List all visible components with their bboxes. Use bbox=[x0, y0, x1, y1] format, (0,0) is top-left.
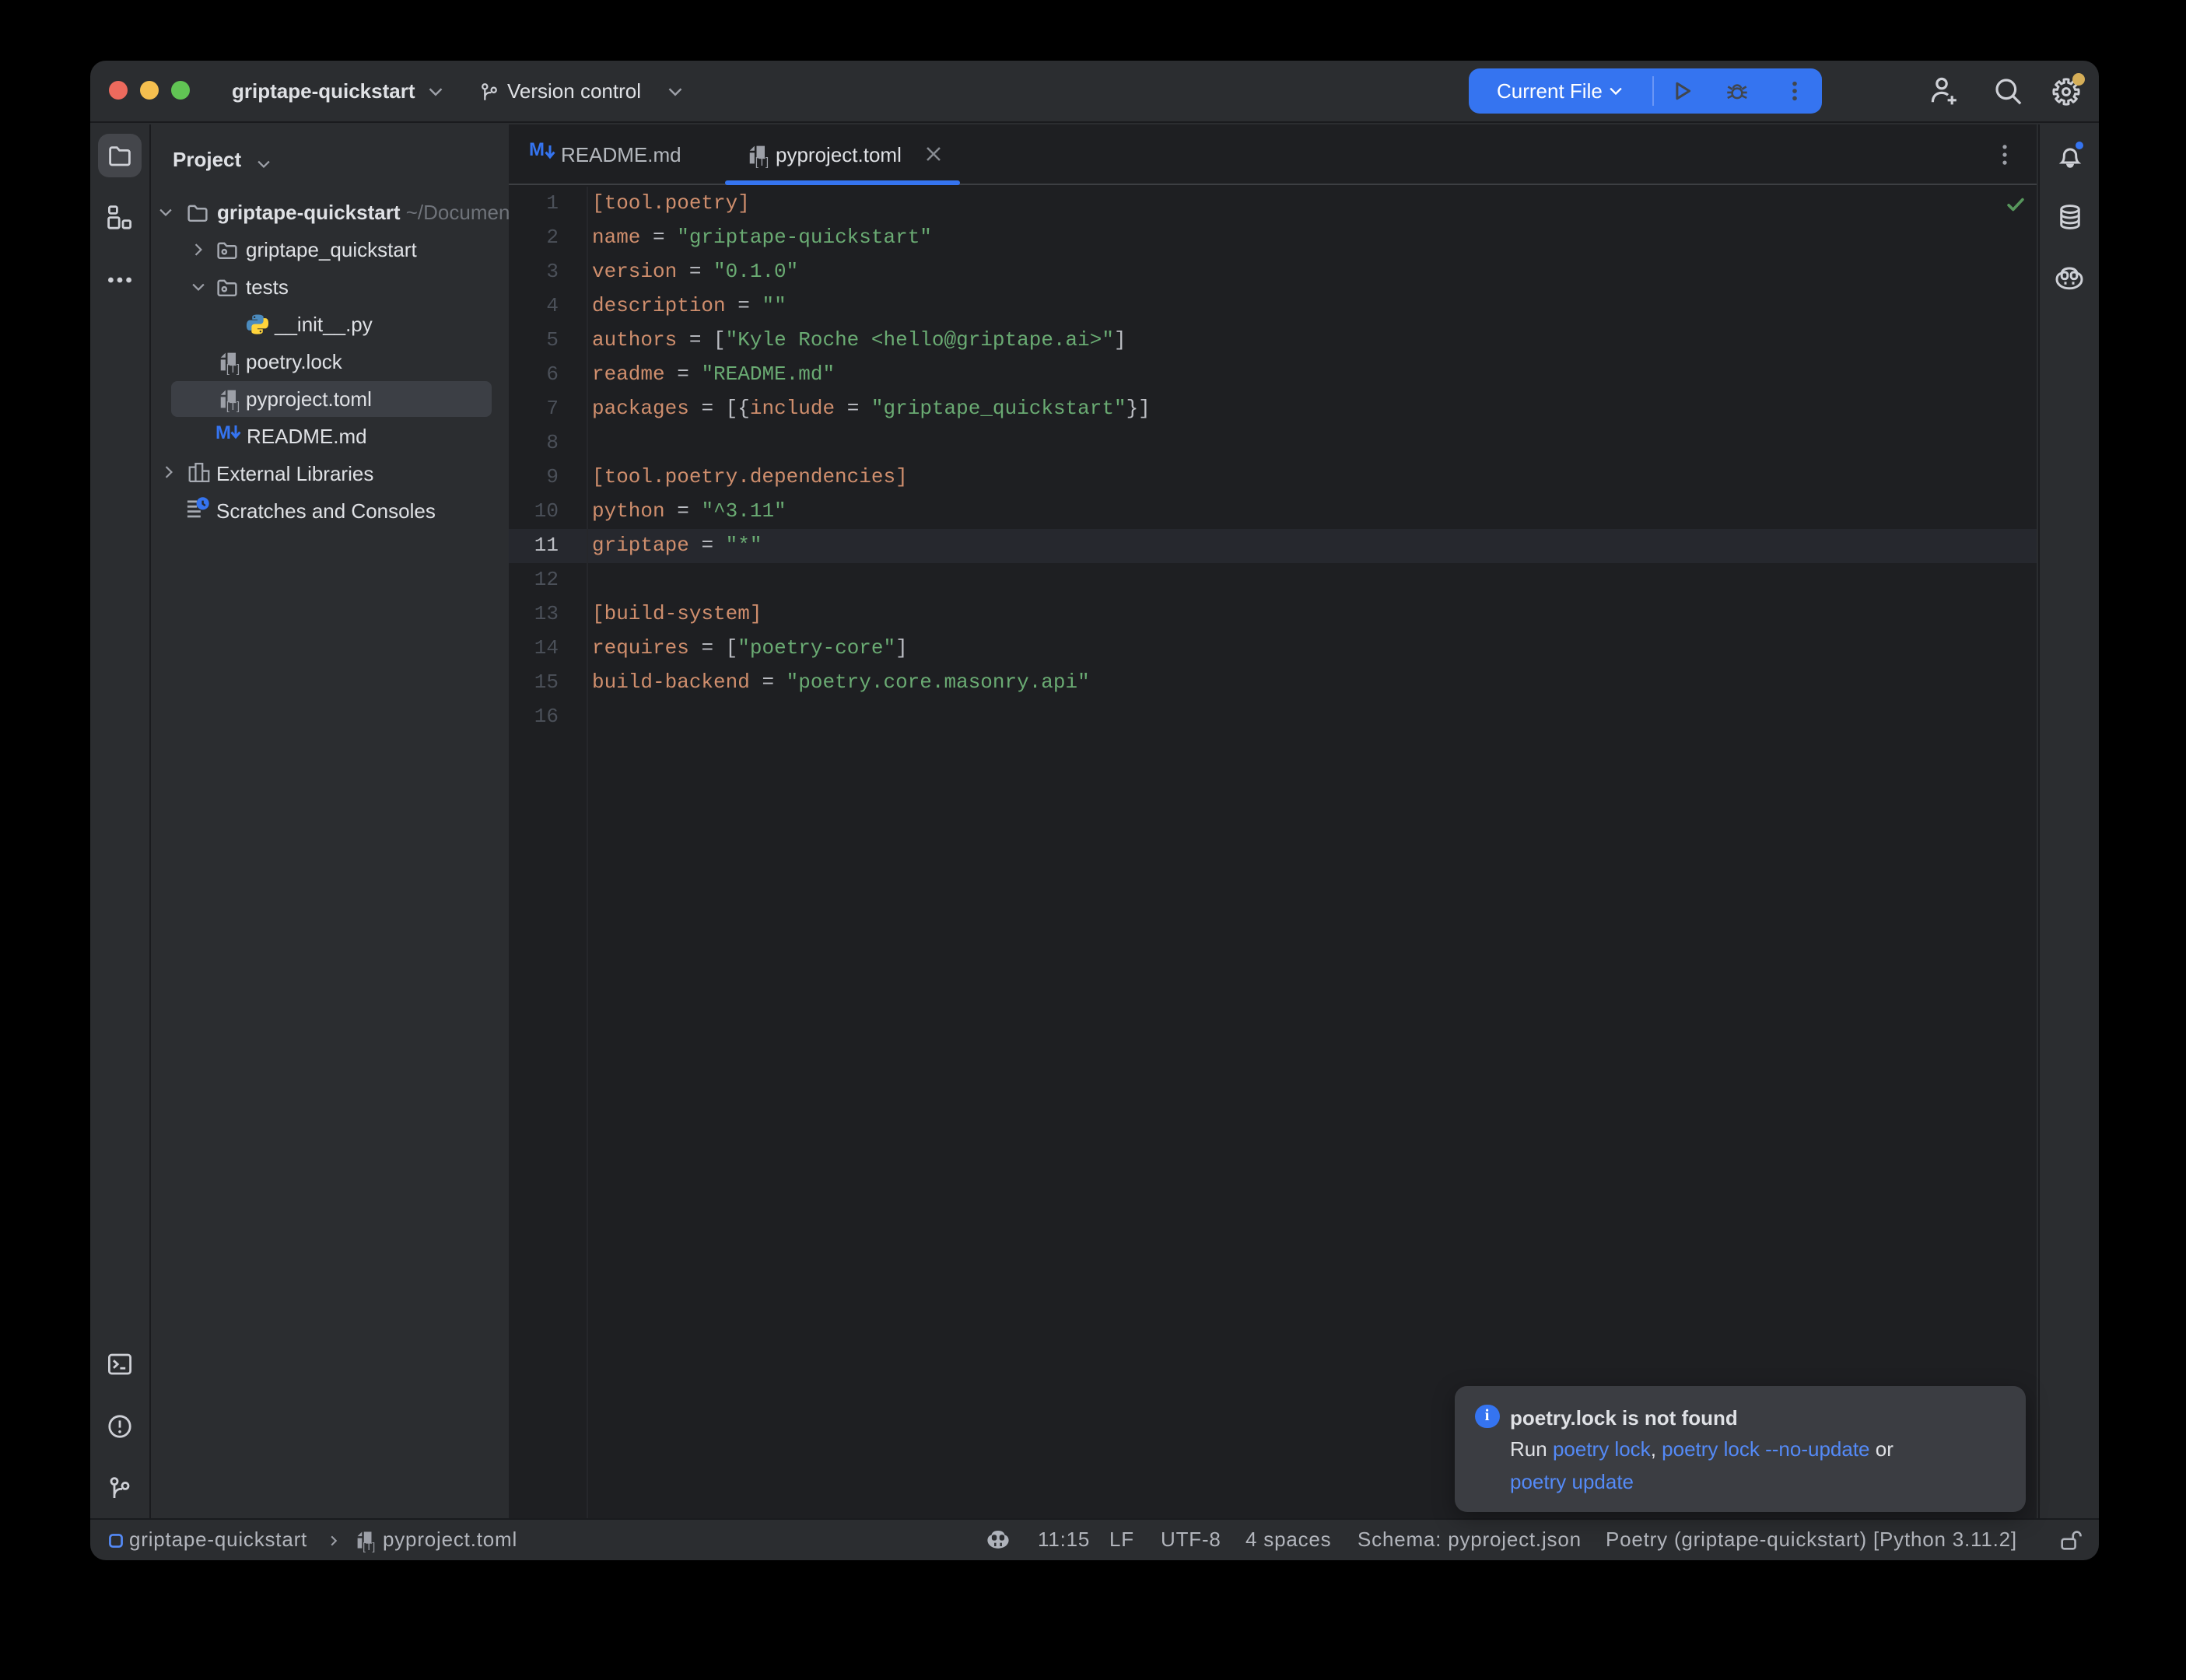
svg-text:[T]: [T] bbox=[755, 156, 768, 168]
svg-text:[T]: [T] bbox=[362, 1539, 374, 1552]
